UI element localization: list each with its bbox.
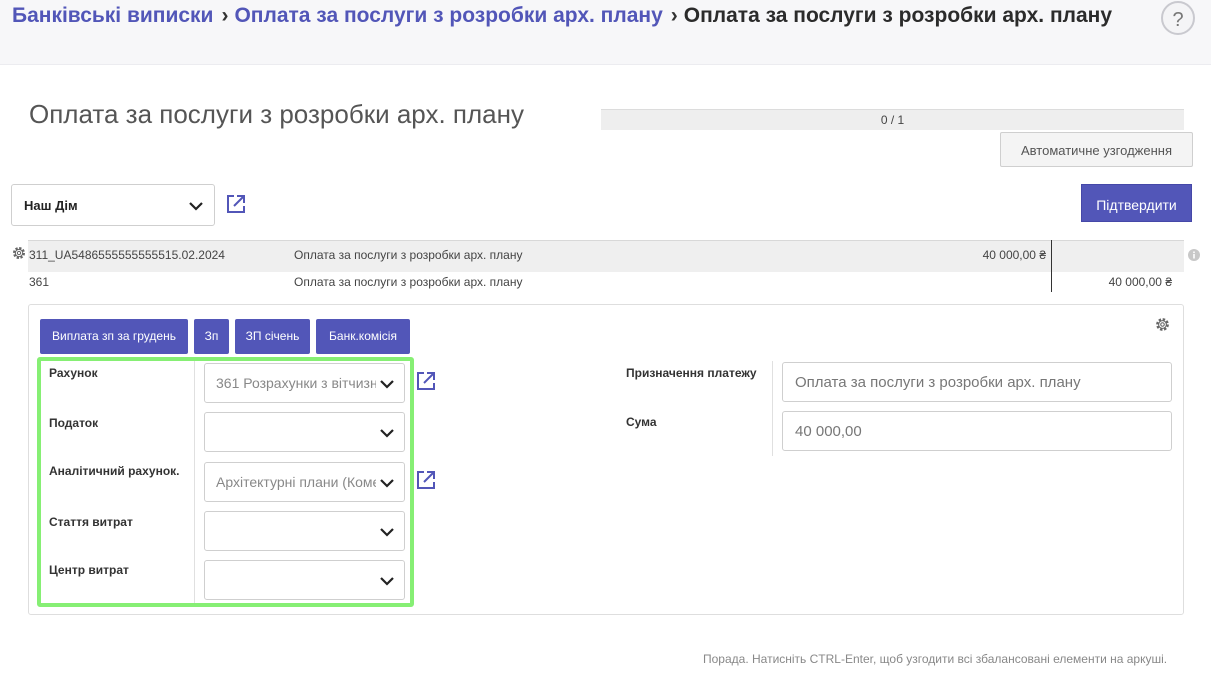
amount-value: 40 000,00 xyxy=(795,423,862,440)
help-button[interactable]: ? xyxy=(1161,1,1195,35)
confirm-button[interactable]: Підтвердити xyxy=(1081,184,1192,222)
statement-line-description: Оплата за послуги з розробки арх. плану xyxy=(294,248,523,262)
quick-button-bank-fee[interactable]: Банк.комісія xyxy=(316,319,410,354)
quick-button-salary-january[interactable]: ЗП січень xyxy=(235,319,310,354)
chevron-right-icon: › xyxy=(221,4,229,27)
company-select[interactable]: Наш Дім xyxy=(11,184,215,226)
cost-center-label: Центр витрат xyxy=(49,563,129,577)
auto-match-button[interactable]: Автоматичне узгодження xyxy=(1000,132,1193,167)
analytic-account-label: Аналітичний рахунок. xyxy=(49,464,180,478)
top-bar: Банківські виписки › Оплата за послуги з р… xyxy=(0,0,1211,65)
account-label: Рахунок xyxy=(49,366,98,380)
expense-item-label: Стаття витрат xyxy=(49,515,133,529)
payment-reference-label: Призначення платежу xyxy=(626,366,757,380)
counterpart-line-ref: 361 xyxy=(29,275,50,289)
tax-label: Податок xyxy=(49,416,99,430)
amount-label: Сума xyxy=(626,415,657,429)
breadcrumb-item-bank-statements[interactable]: Банківські виписки xyxy=(12,4,213,27)
external-link-icon[interactable] xyxy=(225,193,247,215)
chevron-right-icon: › xyxy=(670,4,678,27)
company-select-value: Наш Дім xyxy=(24,198,78,213)
breadcrumb-item-current: Оплата за послуги з розробки арх. плану xyxy=(683,4,1113,27)
account-select[interactable]: 361 Розрахунки з вітчизняними xyxy=(204,363,405,403)
keyboard-hint: Порада. Натисніть CTRL-Enter, щоб узгоди… xyxy=(703,652,1168,666)
chevron-down-icon xyxy=(380,528,394,537)
cost-center-select[interactable] xyxy=(204,560,405,600)
analytic-account-select[interactable]: Архітектурні плани (Комерція) xyxy=(204,462,405,502)
quick-button-salary[interactable]: Зп xyxy=(194,319,229,354)
reconcile-progress-bar: 0 / 1 xyxy=(601,109,1184,130)
breadcrumb: Банківські виписки › Оплата за послуги з р… xyxy=(12,4,1112,28)
amount-input[interactable]: 40 000,00 xyxy=(782,411,1172,451)
chevron-down-icon xyxy=(380,429,394,438)
tax-select[interactable] xyxy=(204,412,405,452)
chevron-down-icon xyxy=(189,202,203,211)
column-divider xyxy=(1051,240,1052,292)
chevron-down-icon xyxy=(380,577,394,586)
chevron-down-icon xyxy=(380,380,394,389)
payment-reference-input[interactable]: Оплата за послуги з розробки арх. плану xyxy=(782,362,1172,402)
external-link-icon[interactable] xyxy=(415,469,437,491)
account-select-value: 361 Розрахунки з вітчизняними xyxy=(216,375,376,391)
page-title: Оплата за послуги з розробки арх. плану xyxy=(29,99,524,129)
progress-text: 0 / 1 xyxy=(880,113,905,127)
form-column-divider xyxy=(194,361,195,603)
gear-icon[interactable] xyxy=(11,245,27,261)
breadcrumb-item-statement[interactable]: Оплата за послуги з розробки арх. плану xyxy=(234,4,662,27)
gear-icon[interactable] xyxy=(1154,316,1171,333)
info-icon[interactable] xyxy=(1188,249,1200,261)
right-column-divider xyxy=(772,361,773,456)
counterpart-line-description: Оплата за послуги з розробки арх. плану xyxy=(294,275,523,289)
quick-button-salary-december[interactable]: Виплата зп за грудень xyxy=(40,319,188,354)
external-link-icon[interactable] xyxy=(415,370,437,392)
statement-line-debit: 40 000,00 ₴ xyxy=(982,248,1046,262)
expense-item-select[interactable] xyxy=(204,511,405,551)
statement-line-ref: 311_UA5486555555555515.02.2024 xyxy=(29,248,225,262)
chevron-down-icon xyxy=(380,479,394,488)
payment-reference-value: Оплата за послуги з розробки арх. плану xyxy=(795,374,1081,391)
counterpart-line-credit: 40 000,00 ₴ xyxy=(1108,275,1172,289)
analytic-account-select-value: Архітектурні плани (Комерція) xyxy=(216,474,376,490)
